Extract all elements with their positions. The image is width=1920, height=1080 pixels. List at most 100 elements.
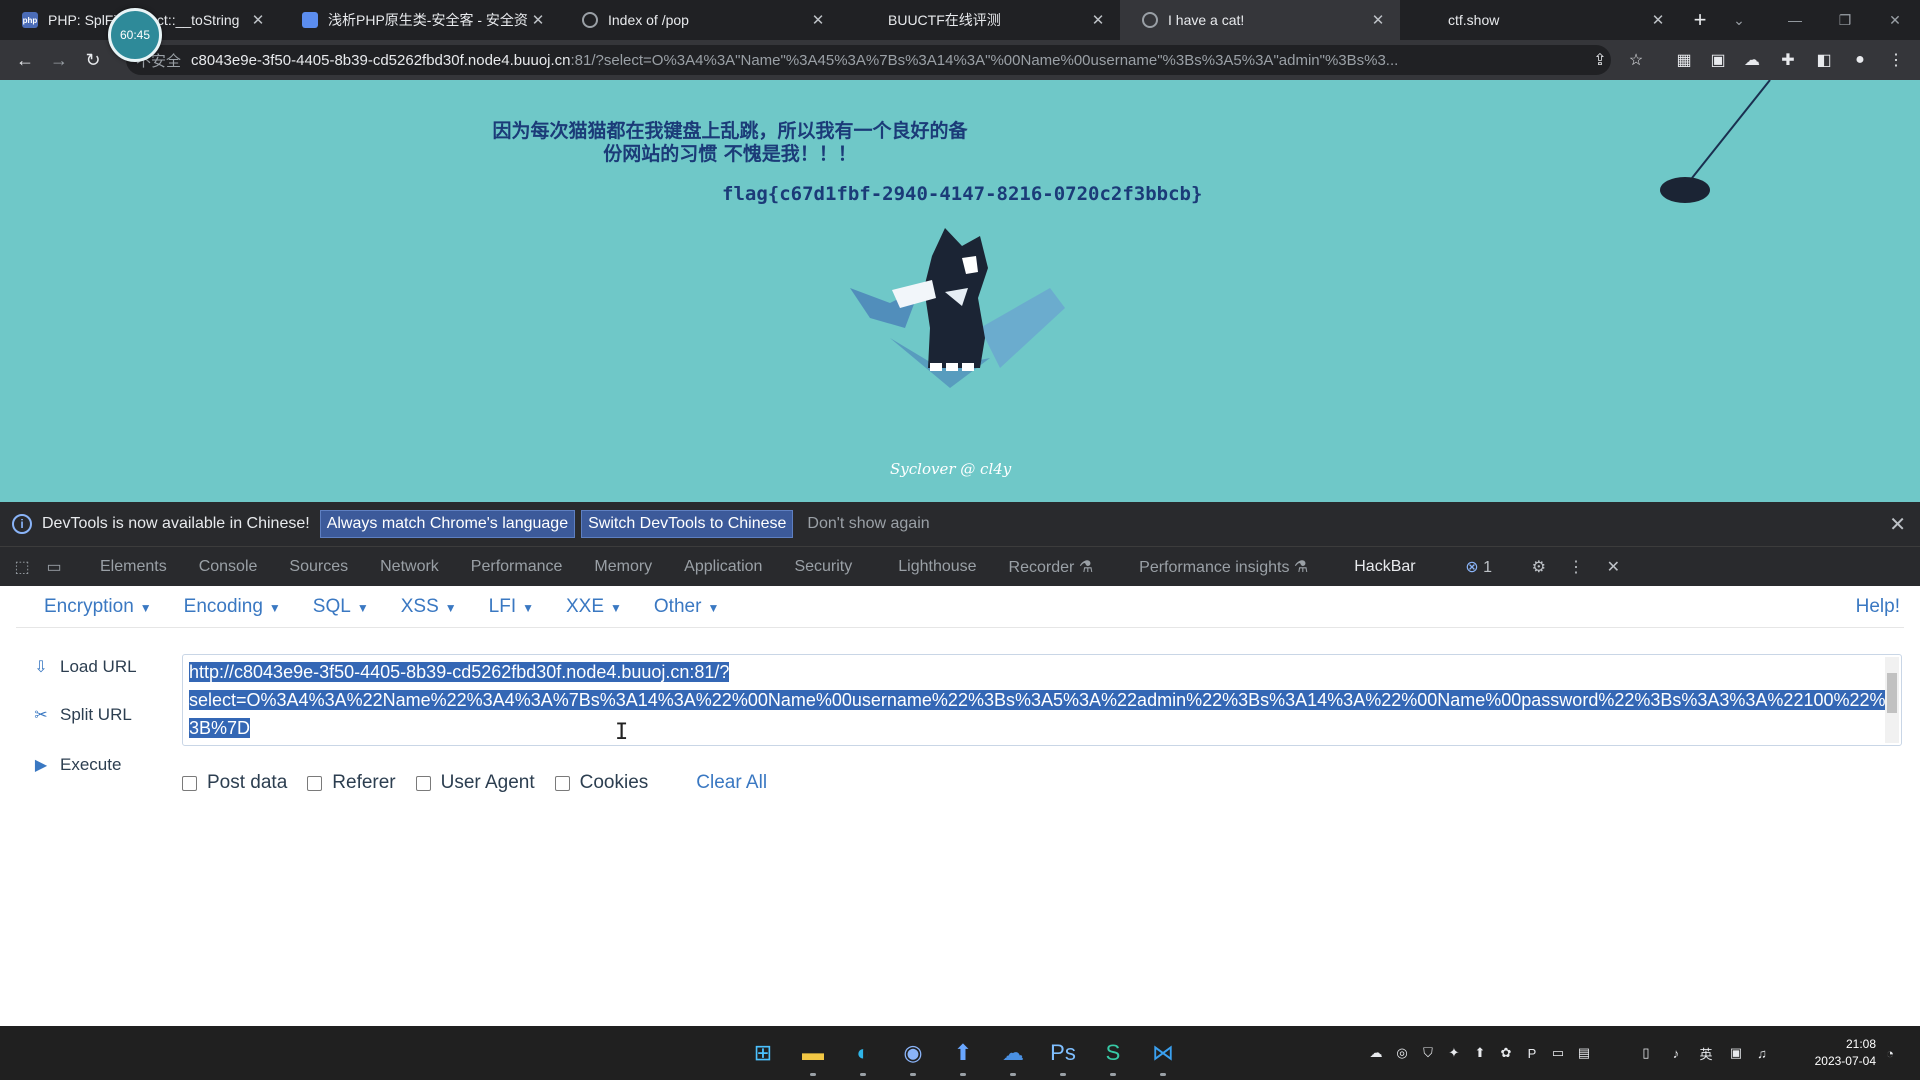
shield-icon[interactable]: ⛉: [1418, 1043, 1438, 1063]
app-icon[interactable]: ☁: [995, 1035, 1031, 1076]
tab-ctfshow[interactable]: ctf.show ✕: [1400, 0, 1680, 40]
tab-index-of-pop[interactable]: Index of /pop ✕: [560, 0, 840, 40]
inspect-element-icon[interactable]: ⬚: [6, 557, 38, 577]
puzzle-icon[interactable]: ✚: [1776, 48, 1800, 72]
split-url-button[interactable]: ✂ Split URL: [30, 696, 132, 734]
devtools-menu-icon[interactable]: ⋮: [1568, 557, 1584, 577]
window-close-icon[interactable]: ✕: [1870, 0, 1920, 40]
close-icon[interactable]: ✕: [808, 11, 828, 29]
tray-icon[interactable]: ✿: [1496, 1043, 1516, 1063]
post-data-checkbox[interactable]: Post data: [182, 772, 287, 794]
system-clock[interactable]: 21:08 2023-07-04: [1815, 1036, 1876, 1070]
extension-icon[interactable]: ☁: [1740, 48, 1764, 72]
devtools-close-icon[interactable]: ✕: [1607, 557, 1620, 577]
close-icon[interactable]: ✕: [1368, 11, 1388, 29]
close-icon[interactable]: ✕: [1889, 512, 1906, 537]
cookies-checkbox[interactable]: Cookies: [554, 772, 648, 794]
app-icon[interactable]: ⬆: [945, 1035, 981, 1076]
tab-lighthouse[interactable]: Lighthouse: [898, 558, 976, 576]
menu-encryption[interactable]: Encryption ▼: [44, 596, 152, 618]
help-link[interactable]: Help!: [1856, 596, 1900, 618]
reload-icon[interactable]: ↻: [76, 40, 110, 80]
photoshop-icon[interactable]: Ps: [1045, 1035, 1081, 1076]
menu-encoding[interactable]: Encoding ▼: [184, 596, 281, 618]
referer-checkbox[interactable]: Referer: [307, 772, 396, 794]
hackbar-url-textarea[interactable]: http://c8043e9e-3f50-4405-8b39-cd5262fbd…: [182, 654, 1902, 746]
tab-anquanke[interactable]: 浅析PHP原生类-安全客 - 安全资 ✕: [280, 0, 560, 40]
notifications-icon[interactable]: ◔: [1880, 1043, 1900, 1063]
forward-icon[interactable]: →: [42, 40, 76, 80]
device-toolbar-icon[interactable]: ▭: [38, 557, 70, 577]
microphone-icon[interactable]: ♪: [1666, 1043, 1686, 1063]
dont-show-again-link[interactable]: Don't show again: [807, 515, 929, 533]
app-icon[interactable]: S: [1095, 1035, 1131, 1076]
extension-icon[interactable]: ▦: [1672, 48, 1696, 72]
file-explorer-icon[interactable]: ▬: [795, 1035, 831, 1076]
checkbox-box[interactable]: [415, 775, 431, 791]
tab-recorder[interactable]: Recorder ⚗: [1009, 557, 1094, 577]
vscode-icon[interactable]: ⋈: [1145, 1035, 1181, 1076]
scrollbar-thumb[interactable]: [1887, 673, 1897, 713]
tray-icon[interactable]: ▭: [1548, 1043, 1568, 1063]
tab-memory[interactable]: Memory: [594, 558, 652, 576]
tray-icon[interactable]: ✦: [1444, 1043, 1464, 1063]
extension-icon[interactable]: ▣: [1706, 48, 1730, 72]
textarea-scrollbar[interactable]: [1885, 657, 1899, 743]
tray-icon[interactable]: ◎: [1392, 1043, 1412, 1063]
ime-indicator[interactable]: 英: [1696, 1043, 1716, 1063]
chrome-icon[interactable]: ◉: [895, 1035, 931, 1076]
tray-icon[interactable]: ⬆: [1470, 1043, 1490, 1063]
menu-other[interactable]: Other ▼: [654, 596, 719, 618]
always-match-language-button[interactable]: Always match Chrome's language: [319, 510, 576, 538]
battery-icon[interactable]: ▯: [1636, 1043, 1656, 1063]
switch-to-chinese-button[interactable]: Switch DevTools to Chinese: [581, 510, 794, 538]
profile-icon[interactable]: ●: [1848, 48, 1872, 72]
tab-console[interactable]: Console: [199, 558, 258, 576]
share-icon[interactable]: ⇪: [1588, 48, 1612, 72]
tab-security[interactable]: Security: [794, 558, 852, 576]
menu-kebab-icon[interactable]: ⋮: [1884, 48, 1908, 72]
checkbox-box[interactable]: [307, 775, 323, 791]
edge-icon[interactable]: ◐: [845, 1035, 881, 1076]
settings-gear-icon[interactable]: ⚙: [1532, 557, 1546, 577]
tab-performance-insights[interactable]: Performance insights ⚗: [1139, 557, 1308, 577]
tab-application[interactable]: Application: [684, 558, 762, 576]
tab-search-icon[interactable]: ⌄: [1714, 0, 1764, 40]
side-panel-icon[interactable]: ◧: [1812, 48, 1836, 72]
network-icon[interactable]: ▣: [1726, 1043, 1746, 1063]
execute-button[interactable]: ▶ Execute: [30, 746, 122, 784]
volume-icon[interactable]: ♫: [1752, 1043, 1772, 1063]
load-url-button[interactable]: ⇩ Load URL: [30, 648, 136, 686]
close-icon[interactable]: ✕: [528, 11, 548, 29]
tab-buuctf[interactable]: BUUCTF在线评测 ✕: [840, 0, 1120, 40]
tab-sources[interactable]: Sources: [289, 558, 348, 576]
address-bar[interactable]: 不安全 c8043e9e-3f50-4405-8b39-cd5262fbd30f…: [126, 45, 1611, 75]
bookmark-star-icon[interactable]: ☆: [1624, 48, 1648, 72]
tray-icon[interactable]: ☁: [1366, 1043, 1386, 1063]
windows-start-icon[interactable]: ⊞: [745, 1035, 781, 1071]
close-icon[interactable]: ✕: [248, 11, 268, 29]
menu-lfi[interactable]: LFI ▼: [489, 596, 534, 618]
tab-network[interactable]: Network: [380, 558, 439, 576]
menu-xss[interactable]: XSS ▼: [401, 596, 457, 618]
back-icon[interactable]: ←: [8, 40, 42, 80]
menu-xxe[interactable]: XXE ▼: [566, 596, 622, 618]
close-icon[interactable]: ✕: [1088, 11, 1108, 29]
tray-icon[interactable]: ▤: [1574, 1043, 1594, 1063]
buuctf-icon: [862, 12, 878, 28]
minimize-icon[interactable]: —: [1770, 0, 1820, 40]
tab-elements[interactable]: Elements: [100, 558, 167, 576]
tray-icon[interactable]: P: [1522, 1043, 1542, 1063]
error-count-indicator[interactable]: ⊗ 1: [1465, 557, 1492, 577]
checkbox-box[interactable]: [554, 775, 570, 791]
url-text-line2: select=O%3A4%3A%22Name%22%3A4%3A%7Bs%3A1…: [189, 690, 1886, 738]
checkbox-box[interactable]: [182, 775, 197, 791]
clear-all-link[interactable]: Clear All: [696, 772, 767, 794]
menu-sql[interactable]: SQL ▼: [313, 596, 369, 618]
close-icon[interactable]: ✕: [1648, 11, 1668, 29]
user-agent-checkbox[interactable]: User Agent: [415, 772, 535, 794]
restore-icon[interactable]: ❐: [1820, 0, 1870, 40]
tab-performance[interactable]: Performance: [471, 558, 563, 576]
tab-i-have-a-cat[interactable]: I have a cat! ✕: [1120, 0, 1400, 40]
tab-hackbar[interactable]: HackBar: [1354, 558, 1415, 576]
